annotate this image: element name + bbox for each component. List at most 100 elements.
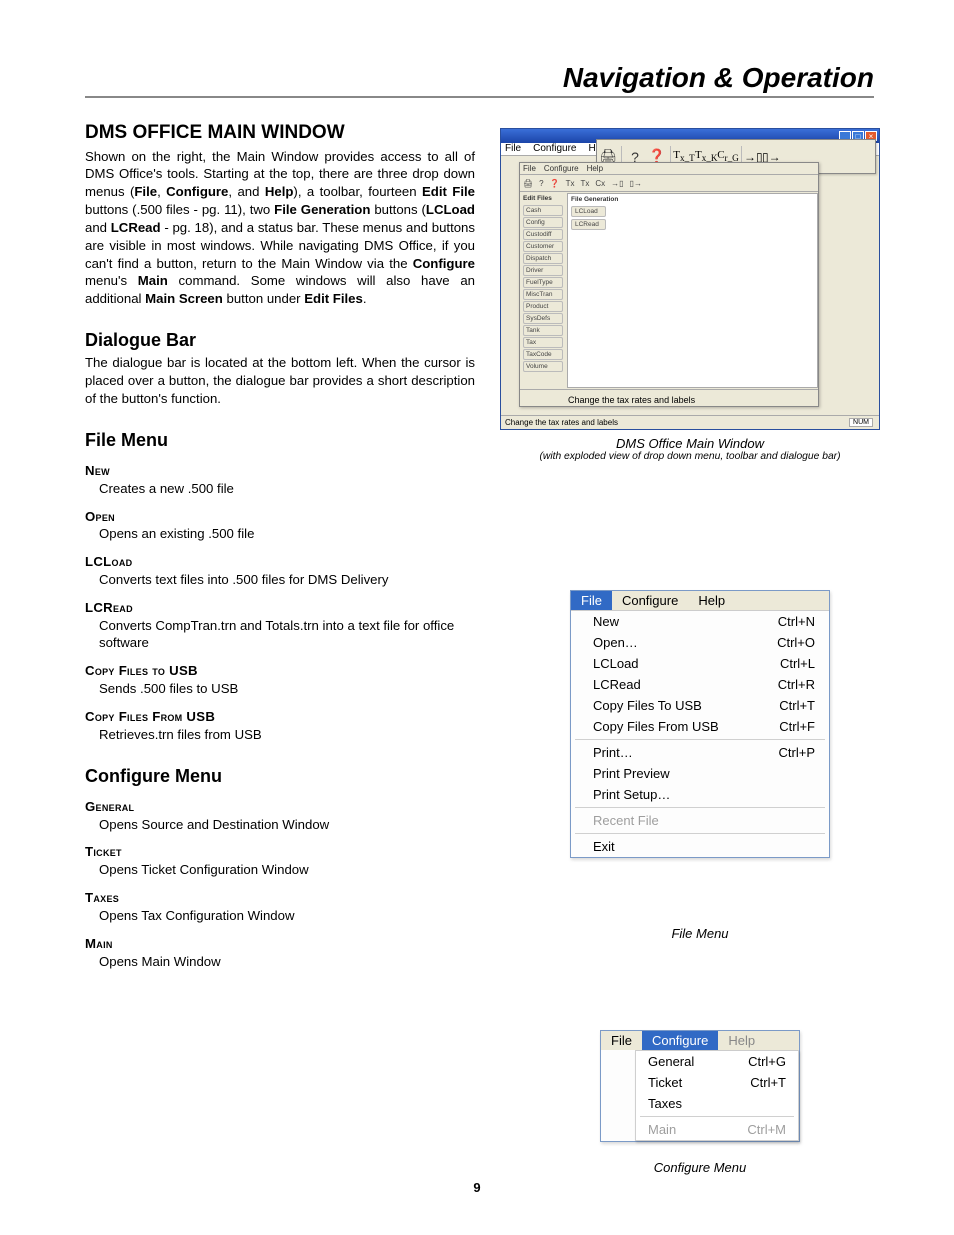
inner-contexthelp-icon[interactable]: ❓ bbox=[550, 179, 560, 188]
edit-file-button[interactable]: Tax bbox=[523, 337, 563, 348]
menu-shortcut: Ctrl+G bbox=[748, 1054, 786, 1069]
file-menu-row[interactable]: Print… Ctrl+P bbox=[571, 742, 829, 763]
menu-label: Print… bbox=[593, 745, 633, 760]
main-window-caption: DMS Office Main Window bbox=[500, 436, 880, 451]
file-menu-item: NewCreates a new .500 file bbox=[85, 462, 475, 498]
edit-file-button[interactable]: Config bbox=[523, 217, 563, 228]
edit-file-button[interactable]: Tank bbox=[523, 325, 563, 336]
file-menu-row[interactable]: Print Preview bbox=[571, 763, 829, 784]
item-desc: Converts text files into .500 files for … bbox=[99, 571, 475, 589]
main-window-figure: _ □ × File Configure Help 🖨 ? ❓ Tx_T Tx_… bbox=[500, 128, 880, 462]
menu-label: Ticket bbox=[648, 1075, 682, 1090]
fm-menu-help[interactable]: Help bbox=[688, 591, 735, 610]
menu-configure[interactable]: Configure bbox=[533, 143, 576, 155]
edit-file-button[interactable]: TaxCode bbox=[523, 349, 563, 360]
edit-files-header: Edit Files bbox=[520, 193, 566, 204]
configure-menu-caption: Configure Menu bbox=[600, 1160, 800, 1175]
item-name: LCLoad bbox=[85, 553, 475, 571]
edit-file-button[interactable]: Product bbox=[523, 301, 563, 312]
file-menu-figure: File Configure Help New Ctrl+N Open…Ctrl+O… bbox=[570, 590, 830, 858]
configure-menu-row[interactable]: General Ctrl+G bbox=[636, 1051, 798, 1072]
menu-shortcut: Ctrl+M bbox=[747, 1122, 786, 1137]
outer-status-bar: Change the tax rates and labels NUM bbox=[501, 415, 879, 429]
edit-file-button[interactable]: SysDefs bbox=[523, 313, 563, 324]
edit-file-button[interactable]: Driver bbox=[523, 265, 563, 276]
inner-toolbar: 🖨 ? ❓ Tx Tx Cx →▯ ▯→ bbox=[520, 175, 818, 192]
configure-menu-row[interactable]: Ticket Ctrl+T bbox=[636, 1072, 798, 1093]
main-window-caption-sub: (with exploded view of drop down menu, t… bbox=[500, 451, 880, 462]
page-title: Navigation & Operation bbox=[563, 62, 874, 94]
inner-cx[interactable]: Cx bbox=[595, 179, 605, 188]
configure-menu-figure: File Configure Help General Ctrl+G Ticket C… bbox=[600, 1030, 800, 1142]
menu-file[interactable]: File bbox=[505, 143, 521, 155]
heading-dialogue: Dialogue Bar bbox=[85, 328, 475, 352]
status-num: NUM bbox=[849, 418, 873, 427]
inner-in-icon[interactable]: →▯ bbox=[611, 179, 623, 188]
item-name: Ticket bbox=[85, 843, 475, 861]
item-name: Copy Files From USB bbox=[85, 708, 475, 726]
title-rule bbox=[85, 96, 874, 98]
item-desc: Opens Main Window bbox=[99, 953, 475, 971]
menu-label: LCRead bbox=[593, 677, 641, 692]
file-menu-row[interactable]: Open…Ctrl+O bbox=[571, 632, 829, 653]
menu-label: General bbox=[648, 1054, 694, 1069]
edit-file-button[interactable]: FuelType bbox=[523, 277, 563, 288]
inner-help-icon[interactable]: ? bbox=[539, 179, 543, 188]
cm-menu-file[interactable]: File bbox=[601, 1031, 642, 1050]
fm-menu-configure[interactable]: Configure bbox=[612, 591, 688, 610]
file-menu-row[interactable]: Copy Files To USBCtrl+T bbox=[571, 695, 829, 716]
item-desc: Opens Tax Configuration Window bbox=[99, 907, 475, 925]
inner-status-text: Change the tax rates and labels bbox=[568, 395, 695, 405]
inner-menu-configure[interactable]: Configure bbox=[544, 164, 579, 173]
cm-menu-help[interactable]: Help bbox=[718, 1031, 765, 1050]
cm-menu-configure[interactable]: Configure bbox=[642, 1031, 718, 1050]
item-desc: Opens Ticket Configuration Window bbox=[99, 861, 475, 879]
main-window-paragraph: Shown on the right, the Main Window prov… bbox=[85, 148, 475, 308]
menu-shortcut: Ctrl+T bbox=[750, 1075, 786, 1090]
file-menu-recent: Recent File bbox=[571, 810, 829, 831]
file-menu-row[interactable]: Copy Files From USBCtrl+F bbox=[571, 716, 829, 737]
menu-shortcut: Ctrl+P bbox=[779, 745, 815, 760]
inner-status-bar: Change the tax rates and labels bbox=[520, 389, 818, 406]
edit-file-button[interactable]: MiscTran bbox=[523, 289, 563, 300]
file-menu-item: LCReadConverts CompTran.trn and Totals.t… bbox=[85, 599, 475, 652]
inner-tx2[interactable]: Tx bbox=[580, 179, 589, 188]
configure-menu-row[interactable]: Taxes bbox=[636, 1093, 798, 1114]
file-menu-item: OpenOpens an existing .500 file bbox=[85, 508, 475, 544]
file-menu-row[interactable]: Print Setup… bbox=[571, 784, 829, 805]
lcload-button[interactable]: LCLoad bbox=[571, 206, 606, 217]
file-menu-item: Copy Files to USBSends .500 files to USB bbox=[85, 662, 475, 698]
item-desc: Sends .500 files to USB bbox=[99, 680, 475, 698]
item-desc: Converts CompTran.trn and Totals.trn int… bbox=[99, 617, 475, 653]
inner-menu-file[interactable]: File bbox=[523, 164, 536, 173]
menu-label: Copy Files To USB bbox=[593, 698, 702, 713]
file-menu-item: Copy Files From USBRetrieves.trn files f… bbox=[85, 708, 475, 744]
edit-file-button[interactable]: Customer bbox=[523, 241, 563, 252]
item-desc: Opens an existing .500 file bbox=[99, 525, 475, 543]
file-generation-header: File Generation bbox=[568, 194, 817, 205]
edit-file-button[interactable]: Cash bbox=[523, 205, 563, 216]
edit-file-button[interactable]: Volume bbox=[523, 361, 563, 372]
file-menu-exit[interactable]: Exit bbox=[571, 836, 829, 857]
fm-menu-file[interactable]: File bbox=[571, 591, 612, 610]
inner-menubar: File Configure Help bbox=[520, 163, 818, 175]
dialogue-paragraph: The dialogue bar is located at the botto… bbox=[85, 354, 475, 407]
left-column: DMS OFFICE MAIN WINDOW Shown on the righ… bbox=[85, 120, 475, 970]
inner-out-icon[interactable]: ▯→ bbox=[630, 179, 642, 188]
inner-tx1[interactable]: Tx bbox=[566, 179, 575, 188]
file-menu-row[interactable]: LCLoadCtrl+L bbox=[571, 653, 829, 674]
item-desc: Retrieves.trn files from USB bbox=[99, 726, 475, 744]
edit-file-button[interactable]: Dispatch bbox=[523, 253, 563, 264]
inner-menu-help[interactable]: Help bbox=[587, 164, 603, 173]
file-menu-row[interactable]: LCReadCtrl+R bbox=[571, 674, 829, 695]
menu-label: New bbox=[593, 614, 619, 629]
lcread-button[interactable]: LCRead bbox=[571, 219, 606, 230]
menu-shortcut: Ctrl+N bbox=[778, 614, 815, 629]
file-menu-item: LCLoadConverts text files into .500 file… bbox=[85, 553, 475, 589]
heading-config-menu: Configure Menu bbox=[85, 764, 475, 788]
page-number: 9 bbox=[0, 1180, 954, 1195]
edit-file-button[interactable]: Custodiff bbox=[523, 229, 563, 240]
file-menu-row[interactable]: New Ctrl+N bbox=[571, 611, 829, 632]
outer-status-text: Change the tax rates and labels bbox=[505, 418, 618, 427]
inner-print-icon[interactable]: 🖨 bbox=[523, 179, 533, 188]
